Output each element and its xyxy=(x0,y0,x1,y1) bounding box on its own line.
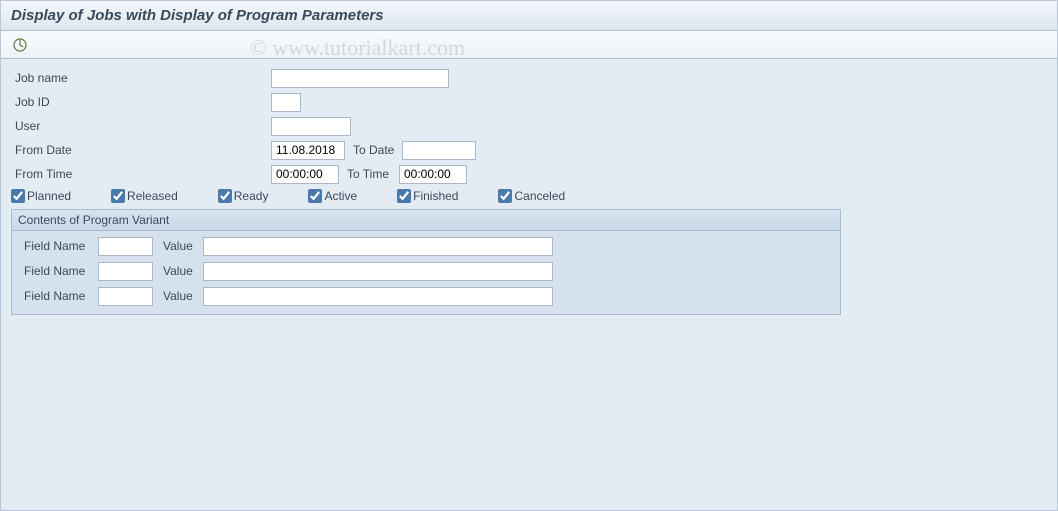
checkbox-ready[interactable] xyxy=(218,189,232,203)
todate-input[interactable] xyxy=(402,141,476,160)
checkbox-planned-wrap: Planned xyxy=(11,189,71,203)
fromtime-label: From Time xyxy=(11,167,271,181)
title-bar: Display of Jobs with Display of Program … xyxy=(1,1,1057,31)
fieldname-label: Field Name xyxy=(18,264,98,278)
checkbox-active[interactable] xyxy=(308,189,322,203)
fromdate-label: From Date xyxy=(11,143,271,157)
fieldname-input[interactable] xyxy=(98,287,153,306)
execute-icon[interactable] xyxy=(11,36,29,54)
checkbox-finished[interactable] xyxy=(397,189,411,203)
checkbox-released-wrap: Released xyxy=(111,189,178,203)
jobid-label: Job ID xyxy=(11,95,271,109)
value-input[interactable] xyxy=(203,237,553,256)
variant-row: Field Name Value xyxy=(18,260,834,282)
checkbox-planned[interactable] xyxy=(11,189,25,203)
status-checkbox-row: Planned Released Ready Active Finished C… xyxy=(11,189,1047,203)
checkbox-finished-wrap: Finished xyxy=(397,189,458,203)
fieldname-input[interactable] xyxy=(98,262,153,281)
row-fromdate: From Date To Date xyxy=(11,139,1047,161)
todate-label: To Date xyxy=(345,143,402,157)
page-title: Display of Jobs with Display of Program … xyxy=(11,7,384,24)
totime-label: To Time xyxy=(339,167,399,181)
value-input[interactable] xyxy=(203,287,553,306)
user-label: User xyxy=(11,119,271,133)
fromtime-input[interactable] xyxy=(271,165,339,184)
value-label: Value xyxy=(153,264,203,278)
value-label: Value xyxy=(153,289,203,303)
row-jobid: Job ID xyxy=(11,91,1047,113)
fieldname-label: Field Name xyxy=(18,239,98,253)
content-area: Job name Job ID User From Date To Date F… xyxy=(1,59,1057,323)
checkbox-ready-label: Ready xyxy=(234,189,269,203)
checkbox-active-wrap: Active xyxy=(308,189,357,203)
fieldname-label: Field Name xyxy=(18,289,98,303)
totime-input[interactable] xyxy=(399,165,467,184)
fieldname-input[interactable] xyxy=(98,237,153,256)
row-user: User xyxy=(11,115,1047,137)
variant-row: Field Name Value xyxy=(18,235,834,257)
checkbox-canceled-label: Canceled xyxy=(514,189,565,203)
row-jobname: Job name xyxy=(11,67,1047,89)
fromdate-input[interactable] xyxy=(271,141,345,160)
variant-row: Field Name Value xyxy=(18,285,834,307)
checkbox-finished-label: Finished xyxy=(413,189,458,203)
toolbar xyxy=(1,31,1057,59)
checkbox-canceled[interactable] xyxy=(498,189,512,203)
jobname-label: Job name xyxy=(11,71,271,85)
variant-group-content: Field Name Value Field Name Value Field … xyxy=(12,231,840,314)
jobname-input[interactable] xyxy=(271,69,449,88)
checkbox-released[interactable] xyxy=(111,189,125,203)
jobid-input[interactable] xyxy=(271,93,301,112)
checkbox-released-label: Released xyxy=(127,189,178,203)
checkbox-planned-label: Planned xyxy=(27,189,71,203)
variant-group: Contents of Program Variant Field Name V… xyxy=(11,209,841,315)
value-input[interactable] xyxy=(203,262,553,281)
variant-group-title: Contents of Program Variant xyxy=(12,210,840,231)
row-fromtime: From Time To Time xyxy=(11,163,1047,185)
user-input[interactable] xyxy=(271,117,351,136)
checkbox-canceled-wrap: Canceled xyxy=(498,189,565,203)
checkbox-ready-wrap: Ready xyxy=(218,189,269,203)
value-label: Value xyxy=(153,239,203,253)
checkbox-active-label: Active xyxy=(324,189,357,203)
